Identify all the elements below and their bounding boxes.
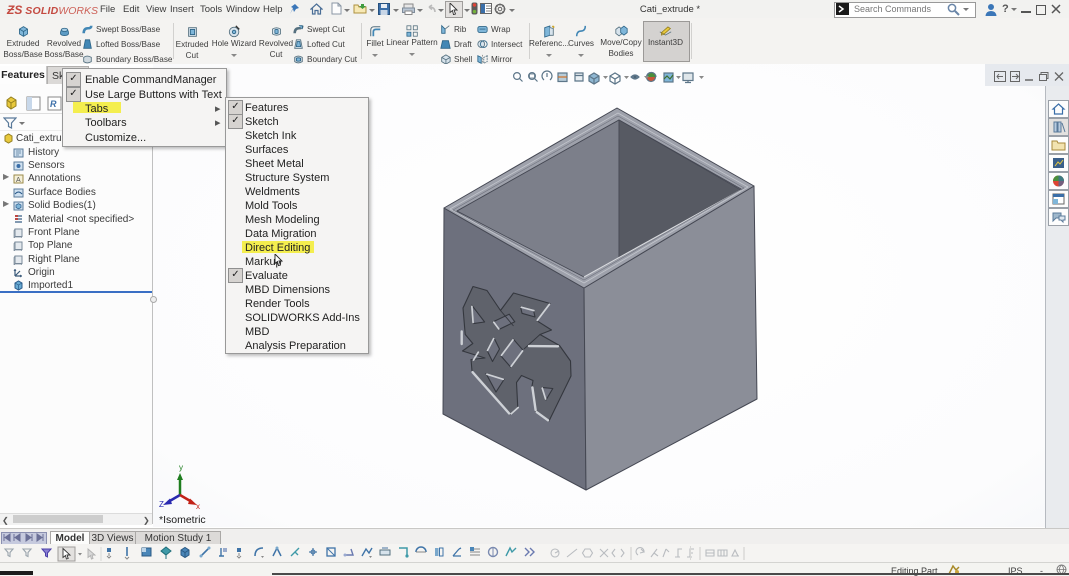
svg-text:y: y	[179, 463, 183, 472]
svg-text:*Isometric: *Isometric	[159, 514, 206, 526]
svg-text:Z: Z	[159, 500, 164, 509]
svg-text:x: x	[196, 502, 200, 511]
svg-text:A: A	[16, 177, 21, 184]
svg-text:R: R	[50, 99, 57, 109]
